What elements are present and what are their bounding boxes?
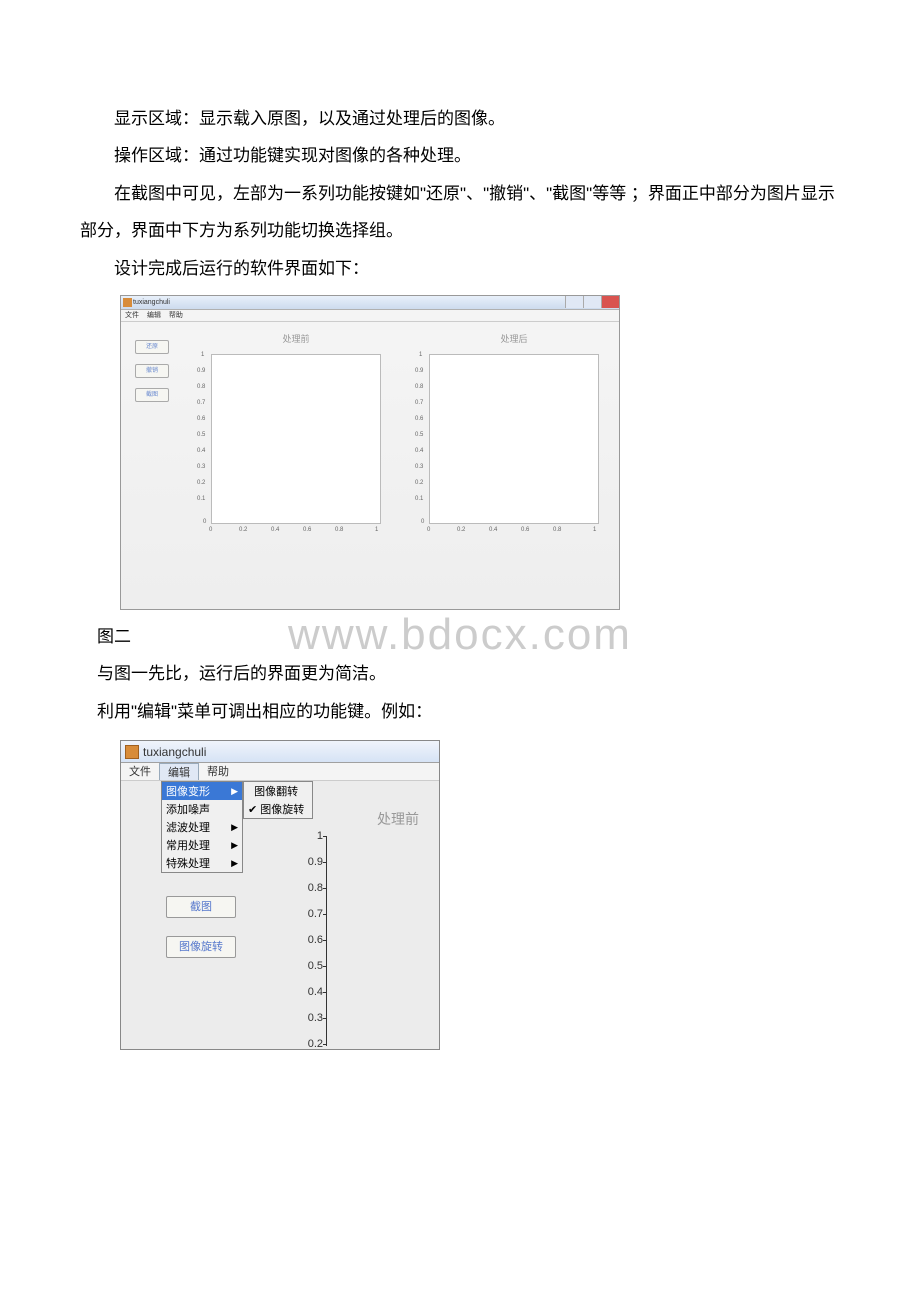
- screenshot-button-2[interactable]: 截图: [166, 896, 236, 918]
- axis-tick: 0.7: [299, 908, 323, 920]
- ytick: 0.4: [197, 448, 205, 454]
- edit-dropdown: 图像变形▶ 添加噪声 滤波处理▶ 常用处理▶ 特殊处理▶: [161, 781, 243, 873]
- chart-title-before-2: 处理前: [377, 809, 419, 829]
- menu-item-add-noise[interactable]: 添加噪声: [162, 800, 242, 818]
- axis-tick: 0.6: [299, 934, 323, 946]
- xtick: 1: [593, 527, 596, 533]
- menu-bar: 文件 编辑 帮助: [121, 310, 619, 322]
- ytick: 0.6: [415, 416, 423, 422]
- xtick: 0: [209, 527, 212, 533]
- paragraph-screenshot-desc: 在截图中可见，左部为一系列功能按键如"还原"、"撤销"、"截图"等等 ；界面正中…: [80, 175, 840, 250]
- title-bar: tuxiangchuli: [121, 296, 619, 310]
- axis-tick: 1: [299, 830, 323, 842]
- screenshot-app-1: tuxiangchuli 文件 编辑 帮助 还原 撤销 截图 处理前 处理后 1…: [120, 295, 620, 610]
- chart-before: [211, 354, 381, 524]
- menu-item-filter[interactable]: 滤波处理▶: [162, 818, 242, 836]
- menu-item-special[interactable]: 特殊处理▶: [162, 854, 242, 872]
- ytick: 0.7: [197, 400, 205, 406]
- menu-item-image-transform[interactable]: 图像变形▶: [162, 782, 242, 800]
- xtick: 1: [375, 527, 378, 533]
- submenu-arrow-icon: ▶: [231, 840, 238, 851]
- ytick: 0: [421, 519, 424, 525]
- xtick: 0: [427, 527, 430, 533]
- minimize-button[interactable]: [565, 296, 583, 308]
- ytick: 0.9: [415, 368, 423, 374]
- title-bar-2: tuxiangchuli: [121, 741, 439, 763]
- ytick: 0: [203, 519, 206, 525]
- chart-title-before: 处理前: [211, 332, 381, 345]
- maximize-button[interactable]: [583, 296, 601, 308]
- chart-after: [429, 354, 599, 524]
- paragraph-display-area: 显示区域：显示载入原图，以及通过处理后的图像。: [80, 100, 840, 137]
- ytick: 0.3: [415, 464, 423, 470]
- ytick: 0.8: [197, 384, 205, 390]
- menu-help[interactable]: 帮助: [169, 312, 183, 319]
- axis-tick: 0.5: [299, 960, 323, 972]
- paragraph-op-area: 操作区域：通过功能键实现对图像的各种处理。: [80, 137, 840, 174]
- axis-tick: 0.8: [299, 882, 323, 894]
- submenu-item-rotate[interactable]: ✔ 图像旋转: [244, 800, 312, 818]
- ytick: 0.2: [197, 480, 205, 486]
- ytick: 0.8: [415, 384, 423, 390]
- transform-submenu: 图像翻转 ✔ 图像旋转: [243, 781, 313, 819]
- undo-button[interactable]: 撤销: [135, 364, 169, 378]
- xtick: 0.6: [303, 527, 311, 533]
- app-icon: [123, 298, 132, 307]
- restore-button[interactable]: 还原: [135, 340, 169, 354]
- menu-item-common[interactable]: 常用处理▶: [162, 836, 242, 854]
- paragraph-edit-menu: 利用"编辑"菜单可调出相应的功能键。例如：: [80, 693, 840, 730]
- caption-figure-2: 图二: [80, 618, 840, 655]
- close-button[interactable]: [601, 296, 619, 308]
- xtick: 0.8: [553, 527, 561, 533]
- window-title-2: tuxiangchuli: [143, 745, 206, 759]
- ytick: 1: [201, 352, 204, 358]
- chart-axis: 1 0.9 0.8 0.7 0.6 0.5 0.4 0.3 0.2: [326, 836, 436, 1046]
- xtick: 0.4: [271, 527, 279, 533]
- menu-help-2[interactable]: 帮助: [199, 763, 237, 780]
- paragraph-design-intro: 设计完成后运行的软件界面如下：: [80, 250, 840, 287]
- menu-file-2[interactable]: 文件: [121, 763, 159, 780]
- chart-title-after: 处理后: [429, 332, 599, 345]
- screenshot-button[interactable]: 截图: [135, 388, 169, 402]
- ytick: 0.2: [415, 480, 423, 486]
- ytick: 0.1: [197, 496, 205, 502]
- xtick: 0.2: [239, 527, 247, 533]
- ytick: 0.1: [415, 496, 423, 502]
- ytick: 0.7: [415, 400, 423, 406]
- xtick: 0.6: [521, 527, 529, 533]
- ytick: 0.6: [197, 416, 205, 422]
- submenu-arrow-icon: ▶: [231, 822, 238, 833]
- ytick: 0.5: [197, 432, 205, 438]
- menu-edit[interactable]: 编辑: [147, 312, 161, 319]
- xtick: 0.8: [335, 527, 343, 533]
- ytick: 0.3: [197, 464, 205, 470]
- xtick: 0.4: [489, 527, 497, 533]
- axis-tick: 0.2: [299, 1038, 323, 1050]
- screenshot-app-2: tuxiangchuli 文件 编辑 帮助 图像变形▶ 添加噪声 滤波处理▶ 常…: [120, 740, 440, 1050]
- app-icon: [125, 745, 139, 759]
- paragraph-compare: 与图一先比，运行后的界面更为简洁。: [80, 655, 840, 692]
- axis-tick: 0.4: [299, 986, 323, 998]
- menu-file[interactable]: 文件: [125, 312, 139, 319]
- window-buttons: [565, 296, 619, 308]
- submenu-arrow-icon: ▶: [231, 858, 238, 869]
- menu-bar-2: 文件 编辑 帮助: [121, 763, 439, 781]
- menu-edit-2[interactable]: 编辑: [159, 763, 199, 780]
- ytick: 0.5: [415, 432, 423, 438]
- submenu-item-flip[interactable]: 图像翻转: [244, 782, 312, 800]
- rotate-button[interactable]: 图像旋转: [166, 936, 236, 958]
- window-title: tuxiangchuli: [133, 299, 170, 306]
- submenu-arrow-icon: ▶: [231, 786, 238, 797]
- ytick: 0.9: [197, 368, 205, 374]
- xtick: 0.2: [457, 527, 465, 533]
- ytick: 1: [419, 352, 422, 358]
- axis-tick: 0.9: [299, 856, 323, 868]
- axis-tick: 0.3: [299, 1012, 323, 1024]
- ytick: 0.4: [415, 448, 423, 454]
